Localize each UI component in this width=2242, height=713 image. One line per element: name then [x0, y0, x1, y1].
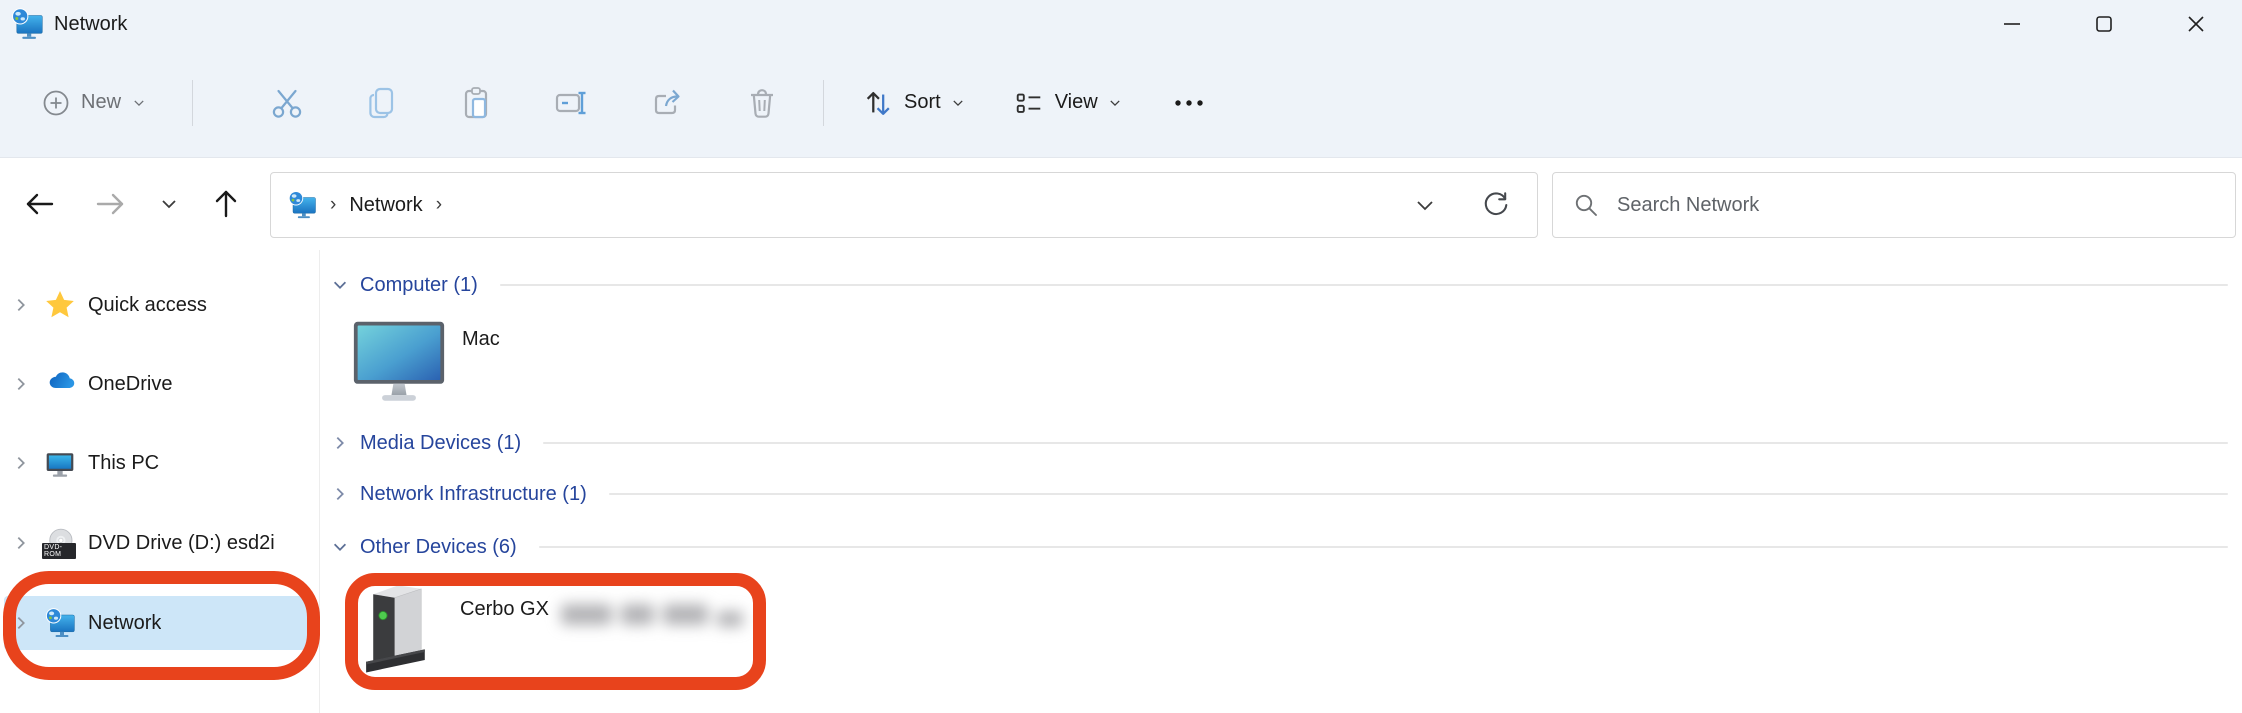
sidebar-item-onedrive[interactable]: OneDrive — [4, 357, 316, 411]
forward-button[interactable] — [92, 186, 128, 222]
title-bar: Network — [0, 0, 2242, 48]
group-label: Computer (1) — [360, 274, 478, 297]
chevron-right-icon[interactable] — [4, 534, 38, 552]
recent-locations-button[interactable] — [158, 193, 180, 215]
sidebar-item-dvd-drive[interactable]: DVD-ROM DVD Drive (D:) esd2i — [4, 516, 316, 570]
more-icon — [1172, 86, 1206, 120]
address-dropdown-chevron-icon[interactable] — [1413, 193, 1437, 217]
search-box — [1552, 172, 2236, 238]
annotation-box-cerbo-gx — [345, 573, 766, 690]
group-rule — [609, 493, 2228, 495]
chevron-right-icon[interactable] — [328, 485, 352, 503]
maximize-button[interactable] — [2058, 0, 2150, 48]
breadcrumb-network[interactable]: Network — [349, 194, 422, 217]
onedrive-cloud-icon — [44, 368, 76, 400]
group-label: Other Devices (6) — [360, 536, 517, 559]
dvd-disc-icon: DVD-ROM — [44, 527, 76, 559]
copy-button[interactable] — [334, 85, 429, 121]
back-button[interactable] — [22, 186, 58, 222]
navigation-row: › Network › — [0, 158, 2242, 250]
chevron-down-icon — [951, 96, 965, 110]
device-mac[interactable]: Mac — [352, 318, 500, 412]
toolbar-divider — [823, 80, 824, 126]
network-icon — [287, 190, 317, 220]
sidebar-divider — [319, 250, 320, 713]
search-input[interactable] — [1615, 193, 2215, 218]
window-controls — [1966, 0, 2242, 48]
address-bar[interactable]: › Network › — [270, 172, 1538, 238]
group-rule — [500, 284, 2228, 286]
toolbar-divider — [192, 80, 193, 126]
view-button[interactable]: View — [989, 87, 1146, 119]
file-explorer-window: Network — [0, 0, 2242, 713]
new-button[interactable]: New — [42, 89, 146, 117]
group-rule — [539, 546, 2228, 548]
refresh-icon[interactable] — [1481, 190, 1511, 220]
share-icon — [649, 85, 685, 121]
rename-icon — [554, 85, 590, 121]
minimize-icon — [2003, 15, 2021, 33]
group-label: Network Infrastructure (1) — [360, 483, 587, 506]
sidebar-item-label: OneDrive — [88, 373, 172, 396]
group-header-network-infrastructure[interactable]: Network Infrastructure (1) — [328, 474, 2228, 514]
more-options-button[interactable] — [1146, 86, 1232, 120]
paste-icon — [459, 85, 495, 121]
paste-button[interactable] — [429, 85, 524, 121]
chevron-down-icon — [1108, 96, 1122, 110]
navigation-buttons — [0, 158, 244, 250]
sidebar-item-label: This PC — [88, 452, 159, 475]
chevron-right-icon[interactable] — [4, 454, 38, 472]
annotation-circle-network — [3, 571, 320, 680]
breadcrumb-separator: › — [330, 194, 336, 216]
chevron-right-icon[interactable] — [4, 296, 38, 314]
window-title: Network — [54, 13, 127, 36]
mac-monitor-icon — [352, 318, 446, 412]
group-rule — [543, 442, 2228, 444]
up-button[interactable] — [208, 186, 244, 222]
delete-button[interactable] — [714, 85, 809, 121]
copy-icon — [364, 85, 400, 121]
plus-circle-icon — [42, 89, 70, 117]
sidebar-item-label: Quick access — [88, 294, 207, 317]
share-button[interactable] — [619, 85, 714, 121]
chevron-down-icon[interactable] — [328, 538, 352, 556]
device-label: Mac — [462, 328, 500, 351]
group-header-media-devices[interactable]: Media Devices (1) — [328, 423, 2228, 463]
star-icon — [44, 289, 76, 321]
content-area: Quick access OneDrive — [0, 250, 2242, 713]
close-icon — [2187, 15, 2205, 33]
group-label: Media Devices (1) — [360, 432, 521, 455]
view-icon — [1013, 87, 1045, 119]
cut-button[interactable] — [239, 85, 334, 121]
search-icon — [1573, 192, 1599, 218]
sort-button[interactable]: Sort — [838, 87, 989, 119]
chevron-right-icon[interactable] — [4, 375, 38, 393]
delete-icon — [744, 85, 780, 121]
close-button[interactable] — [2150, 0, 2242, 48]
chevron-down-icon — [132, 96, 146, 110]
group-header-other-devices[interactable]: Other Devices (6) — [328, 527, 2228, 567]
dvd-rom-label: DVD-ROM — [42, 543, 76, 559]
cut-icon — [269, 85, 305, 121]
minimize-button[interactable] — [1966, 0, 2058, 48]
chevron-right-icon[interactable] — [328, 434, 352, 452]
new-button-label: New — [81, 91, 121, 114]
sidebar-item-quick-access[interactable]: Quick access — [4, 278, 316, 332]
breadcrumb-separator: › — [436, 194, 442, 216]
sort-icon — [862, 87, 894, 119]
view-label: View — [1055, 91, 1098, 114]
rename-button[interactable] — [524, 85, 619, 121]
chevron-down-icon[interactable] — [328, 276, 352, 294]
sidebar-item-label: DVD Drive (D:) esd2i — [88, 532, 275, 555]
command-toolbar: New — [0, 48, 2242, 158]
sort-label: Sort — [904, 91, 941, 114]
maximize-icon — [2095, 15, 2113, 33]
group-header-computer[interactable]: Computer (1) — [328, 265, 2228, 305]
monitor-icon — [44, 447, 76, 479]
network-icon — [10, 7, 44, 41]
address-bar-actions — [1413, 190, 1521, 220]
sidebar-item-this-pc[interactable]: This PC — [4, 436, 316, 490]
